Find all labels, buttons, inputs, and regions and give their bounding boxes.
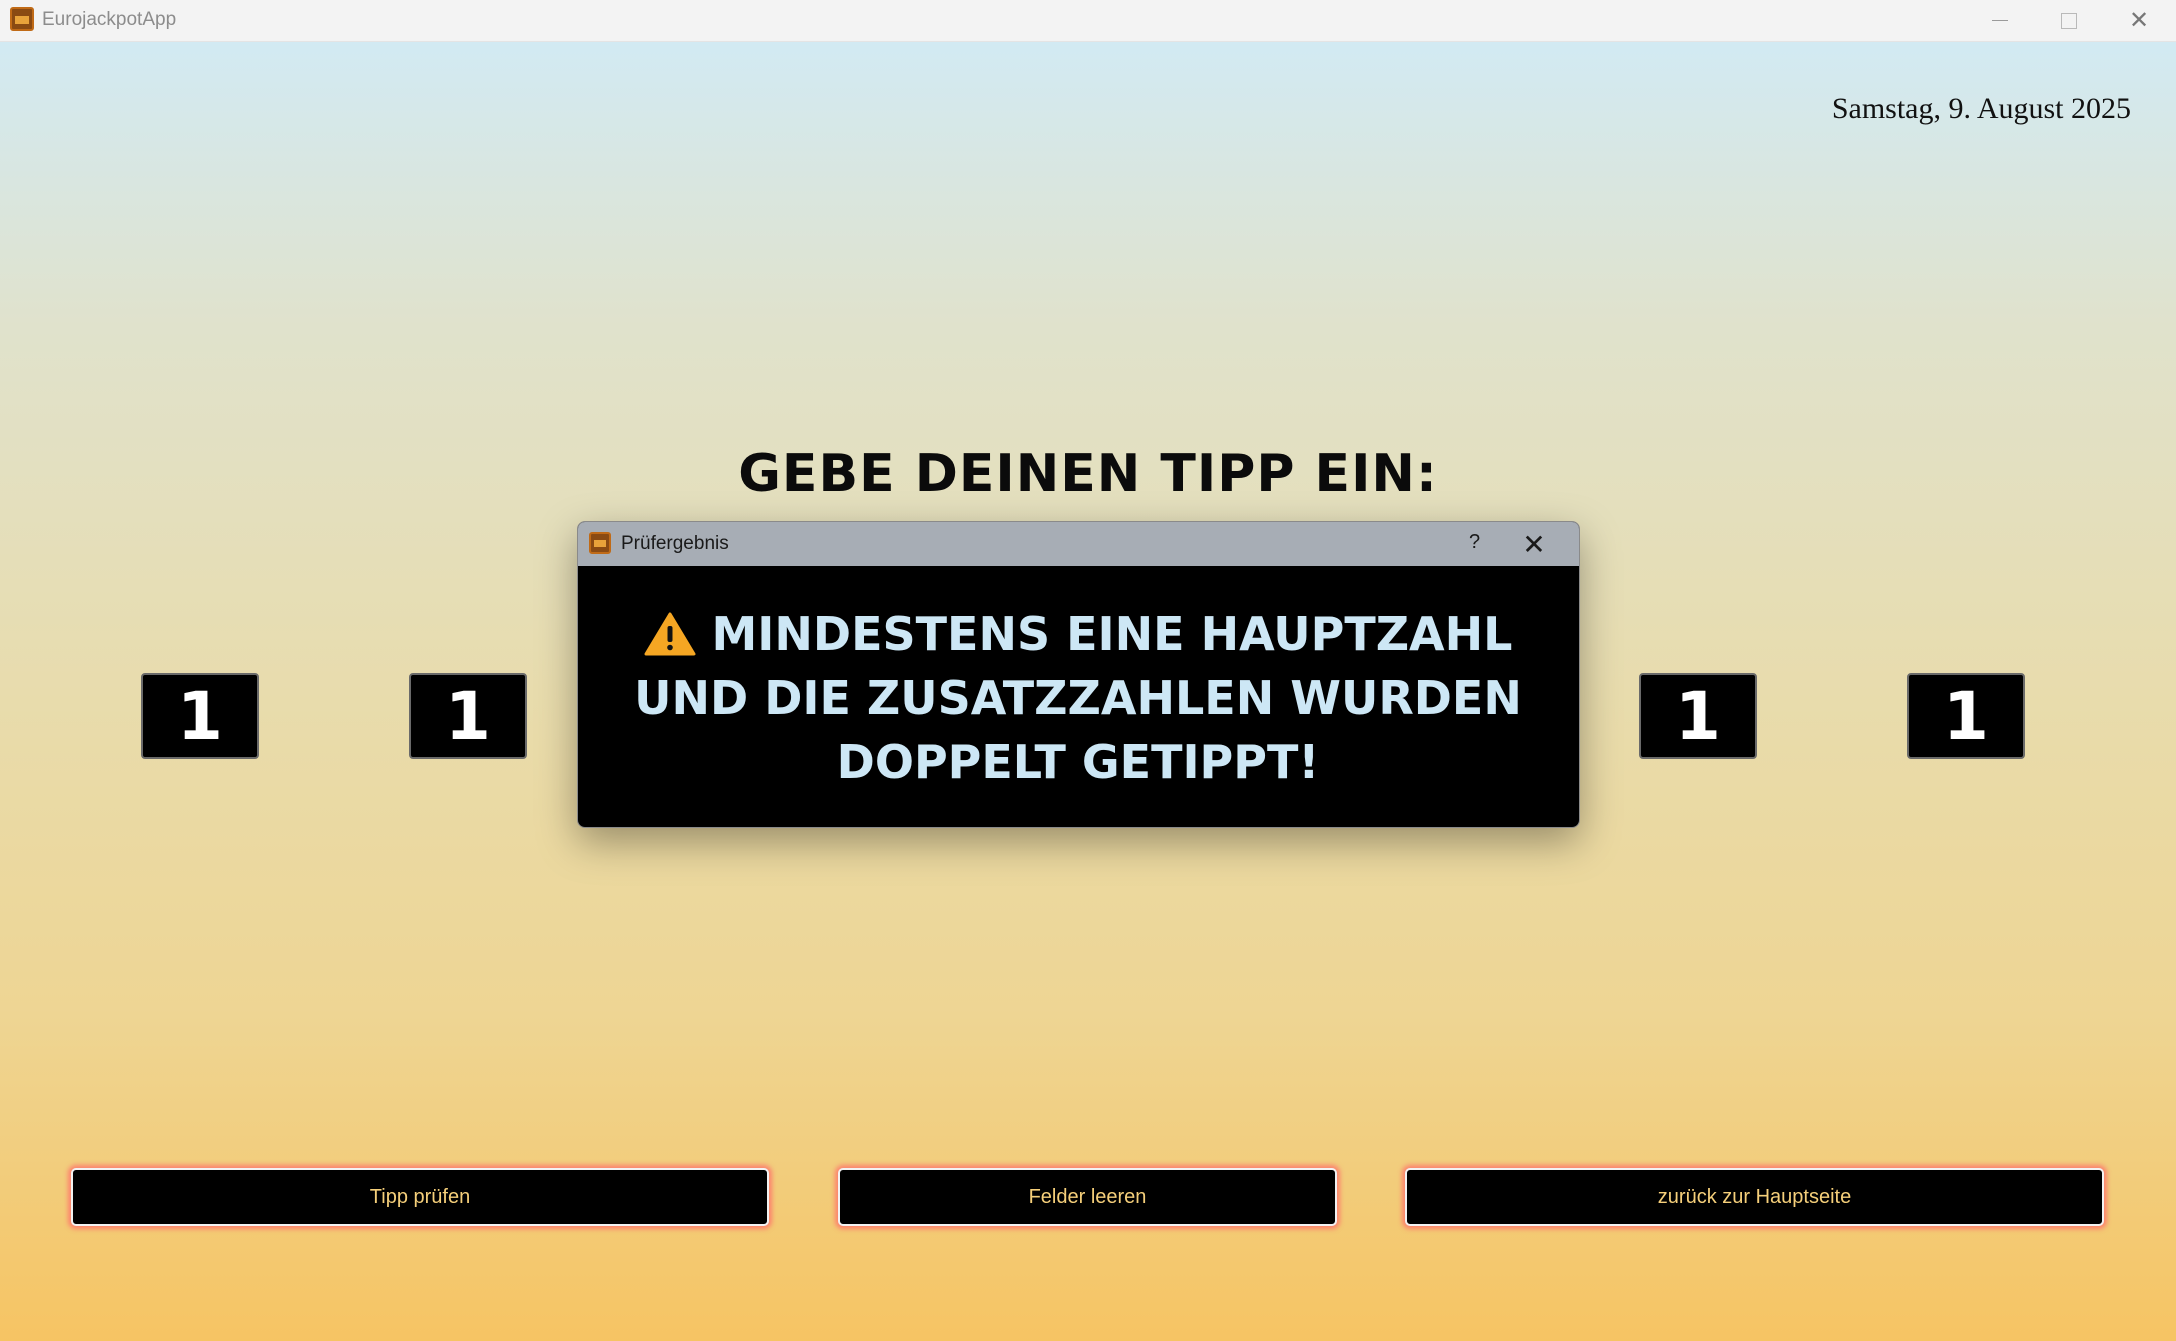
window-titlebar: EurojackpotApp ✕ <box>0 0 2176 42</box>
dialog-message: Mindestens eine Hauptzahl und die Zusatz… <box>634 607 1522 789</box>
dialog-titlebar: Prüfergebnis ? ✕ <box>578 522 1579 566</box>
app-icon <box>10 7 34 31</box>
maximize-icon <box>2061 12 2077 29</box>
close-icon: ✕ <box>1522 528 1546 560</box>
result-dialog: Prüfergebnis ? ✕ Mindestens eine Hauptza… <box>577 521 1580 828</box>
number-field-7[interactable]: 1 <box>1907 673 2025 759</box>
number-field-2[interactable]: 1 <box>409 673 527 759</box>
minimize-button[interactable] <box>1966 0 2034 41</box>
clear-fields-button[interactable]: Felder leeren <box>838 1168 1337 1226</box>
check-tip-button[interactable]: Tipp prüfen <box>71 1168 769 1226</box>
current-date: Samstag, 9. August 2025 <box>1831 92 2131 125</box>
back-to-main-button[interactable]: zurück zur Hauptseite <box>1405 1168 2104 1226</box>
dialog-close-button[interactable]: ✕ <box>1514 524 1554 564</box>
number-field-1[interactable]: 1 <box>141 673 259 759</box>
number-field-6[interactable]: 1 <box>1639 673 1757 759</box>
dialog-title: Prüfergebnis <box>621 533 729 554</box>
app-icon <box>589 532 611 554</box>
maximize-button[interactable] <box>2035 0 2103 41</box>
window-close-button[interactable]: ✕ <box>2105 0 2173 41</box>
close-icon: ✕ <box>2128 7 2150 34</box>
page-heading: Gebe deinen Tipp ein: <box>738 444 1438 504</box>
minimize-icon <box>1992 20 2008 21</box>
help-button[interactable]: ? <box>1469 531 1480 554</box>
window-title: EurojackpotApp <box>42 9 177 30</box>
dialog-message-container: Mindestens eine Hauptzahl und die Zusatz… <box>598 602 1558 794</box>
warning-icon <box>644 612 696 656</box>
